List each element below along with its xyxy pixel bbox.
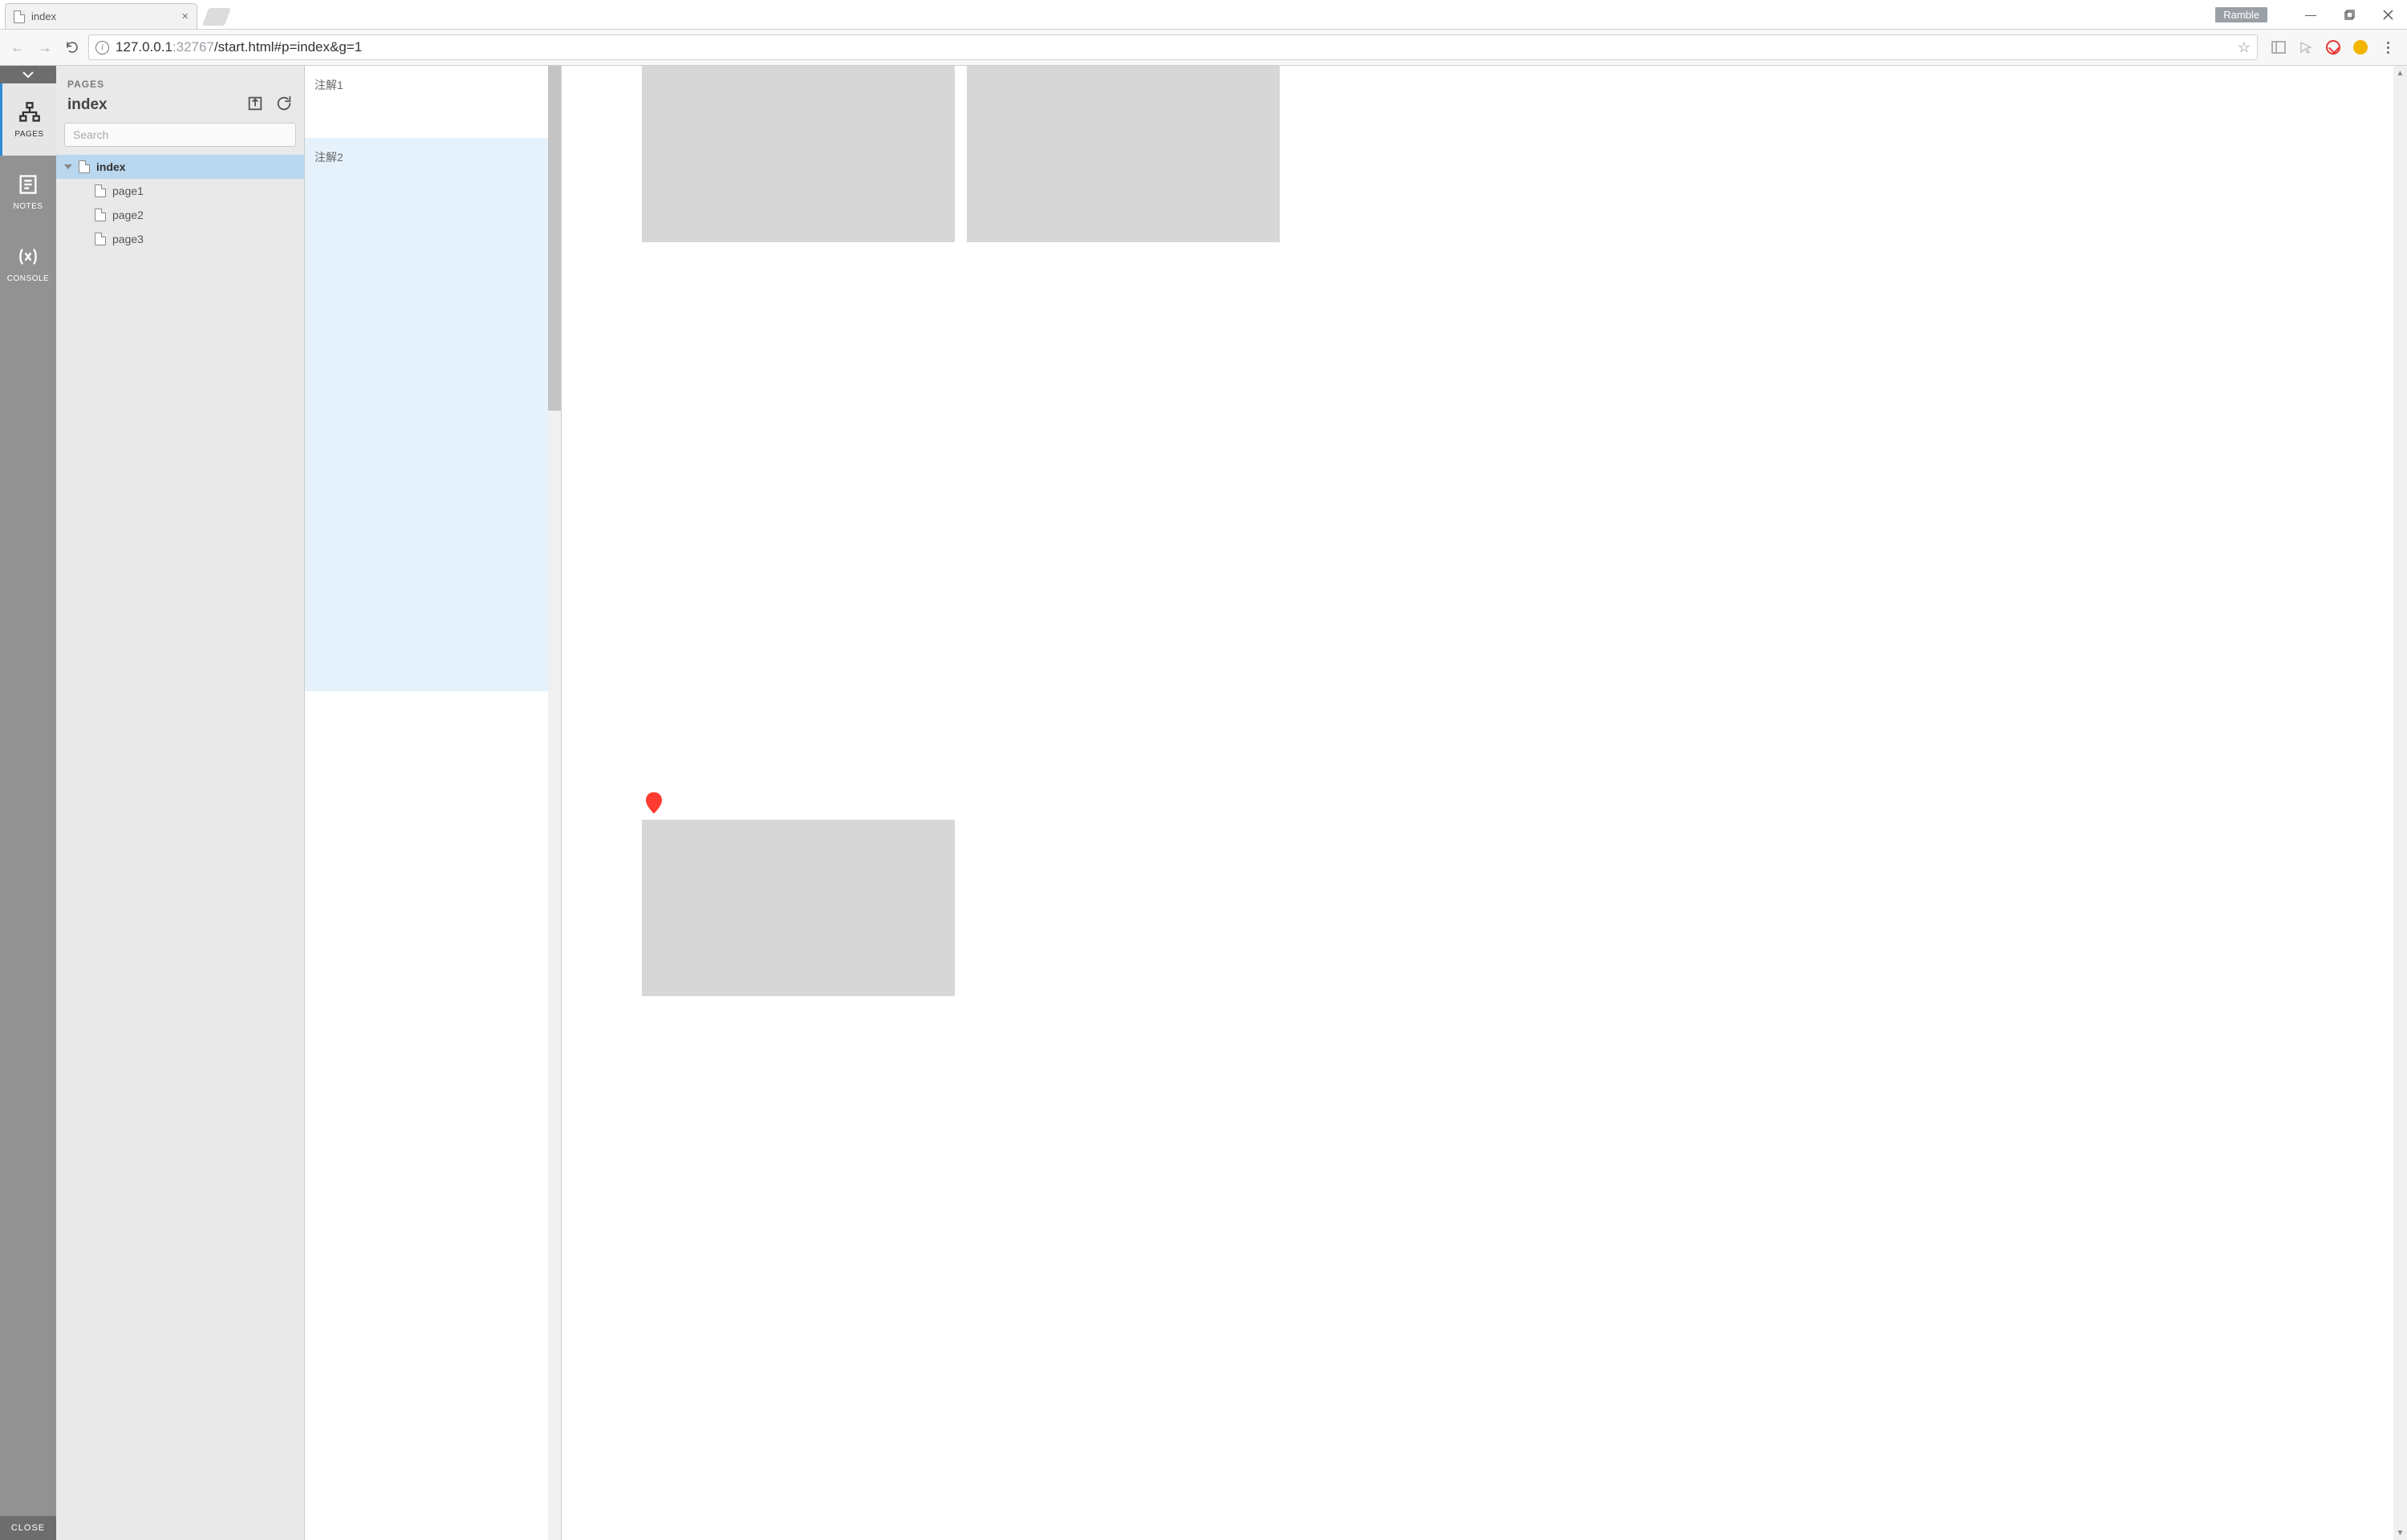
left-rail: PAGES NOTES CONSOLE CLOSE — [0, 66, 56, 1540]
tree-item-page2[interactable]: page2 — [56, 203, 304, 227]
rail-label-notes: NOTES — [14, 202, 43, 211]
rail-label-console: CONSOLE — [7, 274, 49, 283]
pages-panel-title: index — [67, 96, 108, 114]
rail-close-label: CLOSE — [11, 1523, 45, 1533]
notes-scrollbar-track[interactable] — [548, 66, 561, 1540]
pages-panel-header: PAGES index — [56, 66, 304, 123]
ramble-badge[interactable]: Ramble — [2215, 7, 2267, 22]
url-host: 127.0.0.1 — [116, 39, 173, 55]
new-tab-button[interactable] — [202, 8, 231, 26]
play-cursor-icon[interactable] — [2298, 39, 2314, 55]
app-root: PAGES NOTES CONSOLE CLOSE PAGES index — [0, 66, 2407, 1540]
tab-title: index — [31, 10, 56, 22]
page-icon — [95, 209, 106, 221]
share-icon — [246, 95, 264, 112]
chrome-menu-button[interactable] — [2380, 39, 2396, 55]
tree-item-index[interactable]: index — [56, 155, 304, 179]
tab-strip: index × Ramble — — [0, 0, 2407, 29]
image-placeholder[interactable] — [967, 66, 1280, 242]
chevron-down-icon — [22, 71, 35, 79]
toolbar-extensions — [2263, 39, 2401, 55]
note-label: 注解1 — [315, 79, 343, 91]
close-window-button[interactable] — [2368, 3, 2407, 26]
opera-extension-icon[interactable] — [2325, 39, 2341, 55]
tree-item-page1[interactable]: page1 — [56, 179, 304, 203]
tree-item-page3[interactable]: page3 — [56, 227, 304, 251]
maximize-icon — [2344, 10, 2355, 20]
caret-down-icon[interactable] — [64, 164, 72, 169]
rail-collapse-button[interactable] — [0, 66, 56, 83]
image-placeholder[interactable] — [642, 820, 955, 996]
pages-panel: PAGES index index — [56, 66, 305, 1540]
refresh-icon — [275, 95, 293, 112]
note-item-1[interactable]: 注解1 — [305, 66, 561, 138]
window-controls: Ramble — — [2215, 0, 2407, 29]
back-button[interactable]: ← — [6, 36, 29, 59]
tree-item-label: page2 — [112, 209, 144, 221]
browser-toolbar: ← → i 127.0.0.1:32767/start.html#p=index… — [0, 29, 2407, 66]
tree-item-label: index — [96, 160, 126, 173]
rail-item-notes[interactable]: NOTES — [0, 156, 56, 228]
search-input[interactable] — [64, 123, 296, 147]
bookmark-star-icon[interactable]: ☆ — [2238, 39, 2251, 56]
tree-item-label: page3 — [112, 233, 144, 245]
browser-tab[interactable]: index × — [5, 3, 197, 29]
url-path: /start.html#p=index&g=1 — [214, 39, 362, 55]
scroll-down-arrow[interactable]: ▼ — [2393, 1526, 2407, 1540]
page-icon — [95, 184, 106, 197]
page-icon — [79, 160, 90, 173]
minimize-button[interactable]: — — [2291, 3, 2330, 26]
note-item-2[interactable]: 注解2 — [305, 138, 561, 691]
pages-tree: index page1 page2 page3 — [56, 155, 304, 1540]
postman-extension-icon[interactable] — [2352, 39, 2368, 55]
pin-icon — [646, 792, 662, 814]
rail-close-button[interactable]: CLOSE — [0, 1516, 56, 1540]
note-item-blank[interactable] — [305, 691, 561, 788]
share-button[interactable] — [246, 95, 264, 115]
variable-icon — [17, 245, 39, 268]
rail-label-pages: PAGES — [14, 130, 43, 139]
preview-canvas[interactable]: ▲ ▼ — [562, 66, 2407, 1540]
note-label: 注解2 — [315, 151, 343, 164]
forward-button[interactable]: → — [34, 36, 56, 59]
reload-button[interactable] — [61, 36, 83, 59]
address-bar[interactable]: i 127.0.0.1:32767/start.html#p=index&g=1… — [88, 34, 2258, 60]
reload-icon — [65, 40, 79, 55]
file-icon — [14, 10, 25, 23]
sitemap-icon — [18, 101, 41, 124]
notes-panel: 注解1 注解2 — [305, 66, 562, 1540]
refresh-button[interactable] — [275, 95, 293, 115]
notes-scrollbar-thumb[interactable] — [548, 66, 561, 411]
rail-item-pages[interactable]: PAGES — [0, 83, 56, 156]
close-icon — [2383, 10, 2393, 20]
scroll-up-arrow[interactable]: ▲ — [2393, 66, 2407, 80]
panel-toggle-icon[interactable] — [2271, 39, 2287, 55]
pages-panel-label: PAGES — [67, 79, 293, 90]
tab-close-icon[interactable]: × — [181, 10, 189, 23]
note-item-blank[interactable] — [305, 788, 561, 884]
url-port: :32767 — [173, 39, 214, 55]
maximize-button[interactable] — [2330, 3, 2368, 26]
image-placeholder[interactable] — [642, 66, 955, 242]
annotation-marker[interactable] — [646, 792, 662, 814]
site-info-icon[interactable]: i — [95, 41, 109, 55]
url-text: 127.0.0.1:32767/start.html#p=index&g=1 — [116, 39, 362, 55]
tree-item-label: page1 — [112, 184, 144, 197]
canvas-scrollbar-track[interactable]: ▲ ▼ — [2393, 66, 2407, 1540]
rail-item-console[interactable]: CONSOLE — [0, 228, 56, 300]
page-icon — [95, 233, 106, 245]
notes-icon — [17, 173, 39, 196]
browser-chrome: index × Ramble — ← → i 127.0.0.1:32767/s… — [0, 0, 2407, 66]
